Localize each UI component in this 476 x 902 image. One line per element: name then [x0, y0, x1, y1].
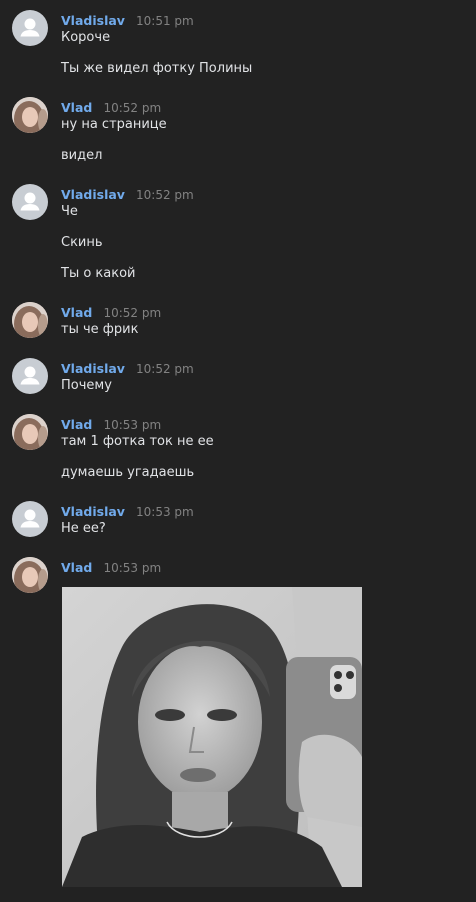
user-photo-avatar[interactable] [12, 557, 48, 593]
user-photo-avatar[interactable] [12, 302, 48, 338]
message-time[interactable]: 10:52 pm [103, 306, 161, 320]
default-avatar-icon[interactable] [12, 358, 48, 394]
message-text: Ты о какой [61, 266, 136, 281]
message-header: Vladislav 10:52 pm [61, 360, 194, 376]
user-photo-avatar[interactable] [12, 414, 48, 450]
message-header: Vlad 10:52 pm [61, 304, 161, 320]
message-text: ты че фрик [61, 322, 139, 337]
author-name[interactable]: Vlad [61, 560, 92, 575]
photo-attachment[interactable] [62, 587, 362, 887]
chat-history: Vladislav 10:51 pm Короче Ты же видел фо… [0, 0, 476, 902]
message-time[interactable]: 10:53 pm [103, 561, 161, 575]
author-name[interactable]: Vladislav [61, 13, 125, 28]
message-time[interactable]: 10:52 pm [136, 188, 194, 202]
default-avatar-icon[interactable] [12, 10, 48, 46]
message-text: Не ее? [61, 521, 106, 536]
message-text: Скинь [61, 235, 103, 250]
author-name[interactable]: Vlad [61, 100, 92, 115]
message-header: Vlad 10:53 pm [61, 559, 161, 575]
message-text: Ты же видел фотку Полины [61, 61, 253, 76]
default-avatar-icon[interactable] [12, 501, 48, 537]
author-name[interactable]: Vladislav [61, 504, 125, 519]
user-photo-avatar[interactable] [12, 97, 48, 133]
message-header: Vladislav 10:51 pm [61, 12, 194, 28]
message-time[interactable]: 10:52 pm [103, 101, 161, 115]
message-time[interactable]: 10:53 pm [136, 505, 194, 519]
author-name[interactable]: Vlad [61, 305, 92, 320]
message-time[interactable]: 10:53 pm [103, 418, 161, 432]
message-text: Че [61, 204, 78, 219]
message-text: видел [61, 148, 103, 163]
message-text: Почему [61, 378, 112, 393]
message-header: Vladislav 10:53 pm [61, 503, 194, 519]
message-time[interactable]: 10:51 pm [136, 14, 194, 28]
message-header: Vlad 10:53 pm [61, 416, 161, 432]
author-name[interactable]: Vlad [61, 417, 92, 432]
author-name[interactable]: Vladislav [61, 361, 125, 376]
default-avatar-icon[interactable] [12, 184, 48, 220]
message-text: думаешь угадаешь [61, 465, 195, 480]
message-text: там 1 фотка ток не ее [61, 434, 214, 449]
author-name[interactable]: Vladislav [61, 187, 125, 202]
message-text: ну на странице [61, 117, 167, 132]
message-text: Короче [61, 30, 111, 45]
message-header: Vlad 10:52 pm [61, 99, 161, 115]
message-time[interactable]: 10:52 pm [136, 362, 194, 376]
message-header: Vladislav 10:52 pm [61, 186, 194, 202]
